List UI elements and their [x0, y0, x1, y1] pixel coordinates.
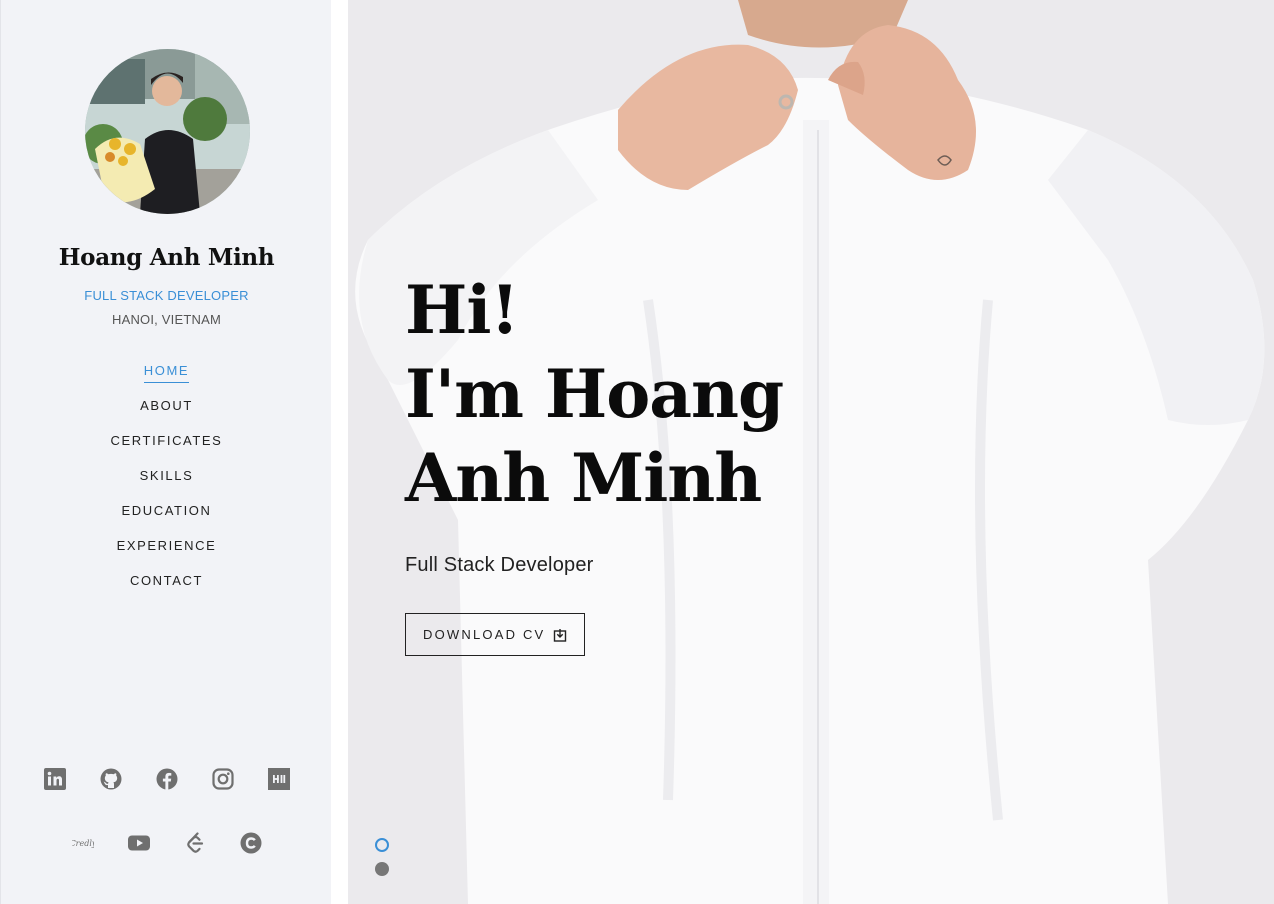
nav-item-label: ABOUT — [140, 398, 193, 413]
facebook-icon[interactable] — [156, 768, 178, 790]
download-cv-label: DOWNLOAD CV — [423, 627, 546, 642]
nav-item-education[interactable]: EDUCATION — [1, 502, 332, 537]
nav-item-label: CERTIFICATES — [110, 433, 223, 448]
nav-item-label: EDUCATION — [121, 503, 212, 518]
slide-dot-2[interactable] — [375, 862, 389, 876]
nav-item-skills[interactable]: SKILLS — [1, 467, 332, 502]
credly-icon[interactable]: Credly — [72, 832, 94, 854]
hero-title-line: I'm Hoang — [405, 355, 784, 433]
profile-role: FULL STACK DEVELOPER — [84, 288, 249, 303]
hero-content: Hi! I'm Hoang Anh Minh Full Stack Develo… — [405, 268, 784, 656]
slider-pagination — [375, 838, 389, 886]
slide-dot-1[interactable] — [375, 838, 389, 852]
download-icon — [554, 628, 567, 642]
nav-item-label: CONTACT — [129, 573, 204, 588]
profile-avatar — [85, 49, 250, 214]
nav-item-certificates[interactable]: CERTIFICATES — [1, 432, 332, 467]
hero-title-line: Anh Minh — [405, 439, 762, 517]
nav-item-home[interactable]: HOME — [1, 362, 332, 397]
leetcode-icon[interactable] — [184, 832, 206, 854]
nav-item-experience[interactable]: EXPERIENCE — [1, 537, 332, 572]
main-nav: HOME ABOUT CERTIFICATES SKILLS EDUCATION… — [1, 362, 332, 607]
nav-item-about[interactable]: ABOUT — [1, 397, 332, 432]
nav-item-label: HOME — [143, 362, 190, 383]
credly-logo-text: Credly — [72, 839, 94, 848]
instagram-icon[interactable] — [211, 768, 234, 790]
linkedin-icon[interactable] — [43, 768, 66, 790]
social-links-row-2: Credly — [1, 832, 332, 854]
profile-location: HANOI, VIETNAM — [112, 312, 221, 327]
social-links-row-1 — [1, 768, 332, 790]
download-cv-button[interactable]: DOWNLOAD CV — [405, 613, 586, 656]
profile-name: Hoang Anh Minh — [58, 244, 275, 271]
github-icon[interactable] — [100, 768, 122, 790]
hero-title-line: Hi! — [405, 271, 519, 349]
sidebar: Hoang Anh Minh FULL STACK DEVELOPER HANO… — [0, 0, 331, 904]
hero-section: Hi! I'm Hoang Anh Minh Full Stack Develo… — [348, 0, 1274, 904]
hero-title: Hi! I'm Hoang Anh Minh — [405, 268, 784, 520]
nav-item-label: SKILLS — [139, 468, 194, 483]
nav-item-contact[interactable]: CONTACT — [1, 572, 332, 607]
hashnode-icon[interactable] — [267, 768, 290, 790]
nav-item-label: EXPERIENCE — [116, 538, 217, 553]
hero-subtitle: Full Stack Developer — [405, 554, 594, 576]
youtube-icon[interactable] — [127, 832, 150, 854]
codecademy-icon[interactable] — [240, 832, 262, 854]
